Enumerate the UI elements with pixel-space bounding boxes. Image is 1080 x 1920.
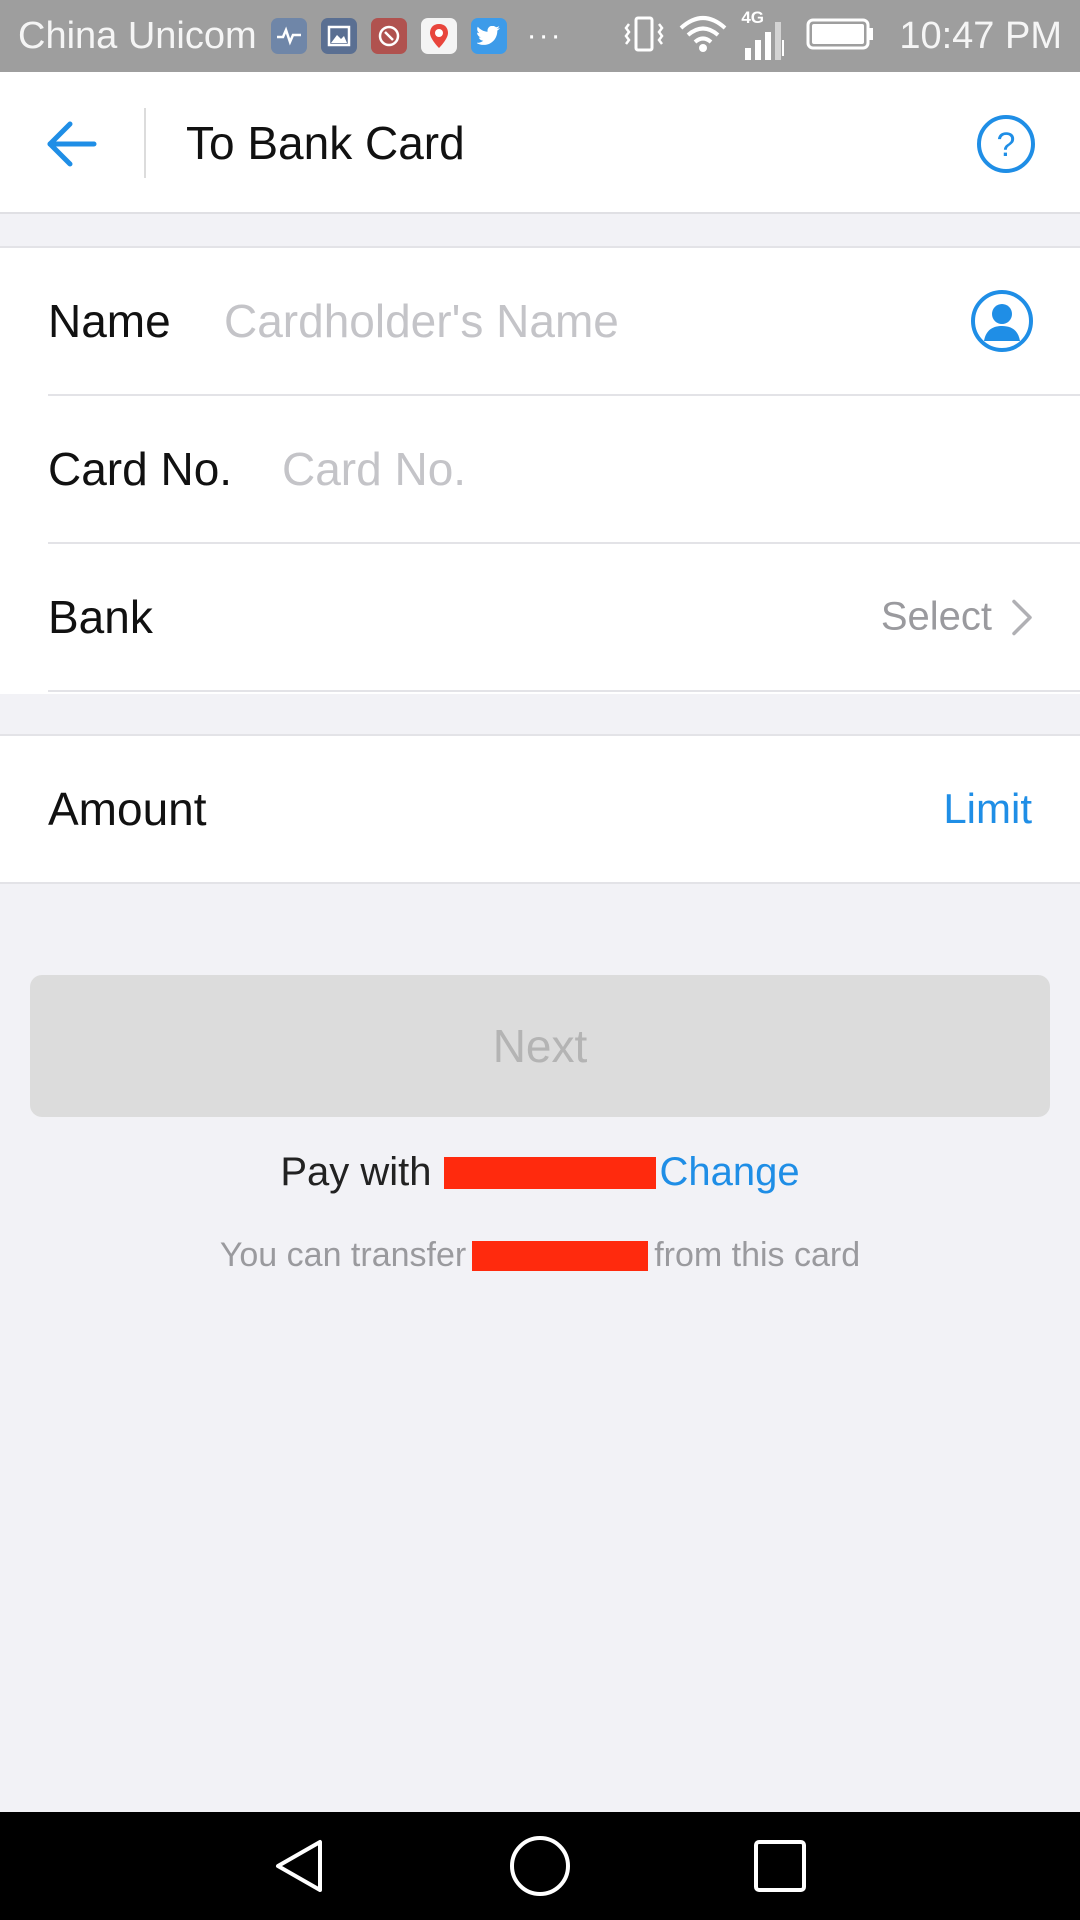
change-payment-link[interactable]: Change <box>660 1150 800 1195</box>
bank-label: Bank <box>48 591 153 643</box>
vibrate-icon <box>623 14 665 59</box>
card-number-label: Card No. <box>48 443 233 495</box>
bank-select[interactable]: Select <box>881 595 1034 640</box>
amount-section: Amount Limit <box>0 734 1080 884</box>
triangle-back-icon <box>276 1840 322 1892</box>
more-notifications-icon: ··· <box>526 19 563 52</box>
contact-icon <box>971 290 1033 352</box>
nav-back-button[interactable] <box>268 1834 332 1898</box>
limit-link[interactable]: Limit <box>943 785 1032 833</box>
system-icons: 4G 10:47 PM <box>623 8 1062 62</box>
redacted-transfer-amount <box>472 1240 649 1271</box>
app-header: To Bank Card ? <box>0 72 1080 214</box>
nav-home-button[interactable] <box>508 1834 572 1898</box>
cellular-signal-icon: 4G <box>741 8 791 62</box>
card-number-row: Card No. <box>48 396 1080 544</box>
cardholder-name-input[interactable] <box>224 294 924 348</box>
health-icon <box>270 18 307 54</box>
bank-row[interactable]: Bank Select <box>48 544 1080 692</box>
amount-row[interactable]: Amount Limit <box>48 736 1080 882</box>
bank-select-value: Select <box>880 594 992 639</box>
recipient-form: Name Card No. Bank Select <box>0 246 1080 694</box>
maps-icon <box>420 18 457 54</box>
name-label: Name <box>48 295 171 347</box>
clock: 10:47 PM <box>899 14 1062 57</box>
header-divider <box>144 108 146 178</box>
card-number-input[interactable] <box>282 442 982 496</box>
question-circle-icon: ? <box>977 115 1035 173</box>
twitter-icon <box>470 18 507 54</box>
status-bar: China Unicom ··· 4G 10:47 PM <box>0 0 1080 72</box>
square-recents-icon <box>754 1840 806 1892</box>
amount-label: Amount <box>48 783 207 835</box>
nav-recents-button[interactable] <box>748 1834 812 1898</box>
transfer-limit-line: You can transfer from this card <box>0 1236 1080 1275</box>
circle-home-icon <box>510 1836 570 1896</box>
payment-method-line: Pay with Change <box>0 1150 1080 1195</box>
app-icon <box>370 18 407 54</box>
arrow-left-icon <box>47 121 97 167</box>
navigation-bar <box>0 1812 1080 1920</box>
redacted-payment-method <box>443 1156 656 1189</box>
chevron-right-icon <box>1012 599 1032 635</box>
pay-with-label: Pay with <box>280 1150 432 1194</box>
help-button[interactable]: ? <box>976 114 1036 174</box>
carrier-name: China Unicom <box>18 14 257 57</box>
battery-icon <box>805 16 875 57</box>
gallery-icon <box>320 18 357 54</box>
notification-icons: ··· <box>270 18 563 54</box>
name-row: Name <box>48 248 1080 396</box>
wifi-icon <box>679 14 727 59</box>
back-button[interactable] <box>40 112 104 176</box>
next-button[interactable]: Next <box>30 975 1050 1117</box>
contact-picker-button[interactable] <box>970 289 1034 353</box>
svg-text:?: ? <box>997 126 1016 164</box>
page-title: To Bank Card <box>186 117 465 169</box>
transfer-prefix: You can transfer <box>219 1236 467 1274</box>
transfer-suffix: from this card <box>654 1236 861 1274</box>
